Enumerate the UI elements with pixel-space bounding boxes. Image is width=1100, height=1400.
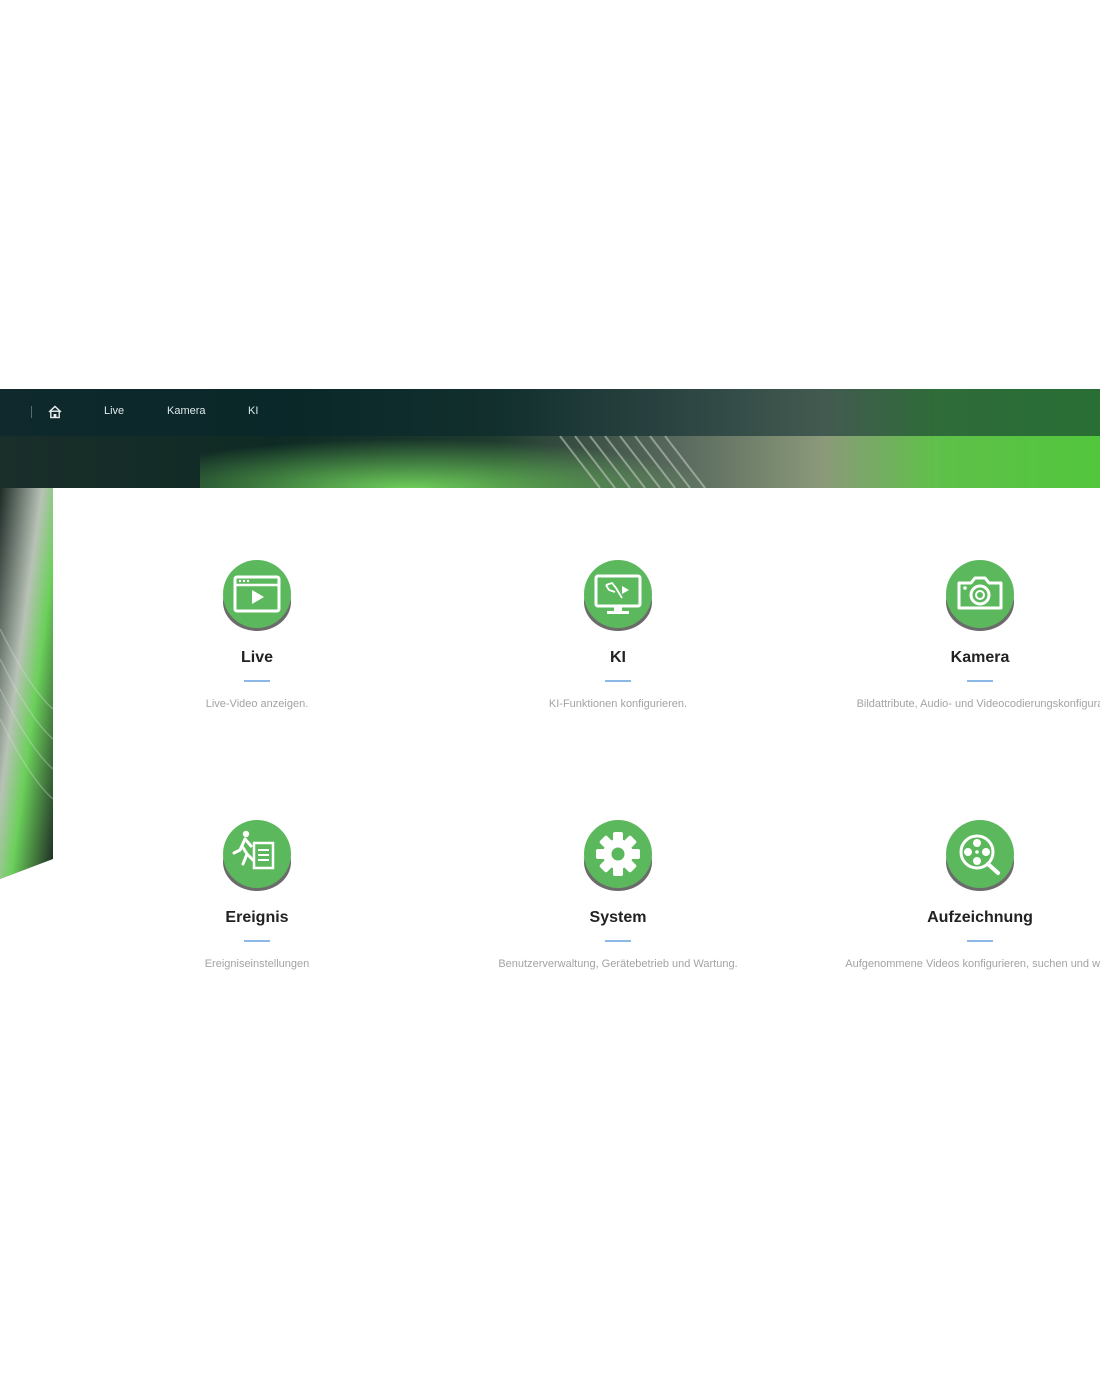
nav-item-ki[interactable]: KI [248, 405, 258, 417]
title-underline [967, 680, 993, 682]
screen-area: Live Kamera KI Live Live-Video anzeigen.… [0, 389, 1100, 1000]
nav-item-live[interactable]: Live [104, 405, 124, 417]
event-icon [223, 820, 291, 891]
nav-item-kamera[interactable]: Kamera [167, 405, 206, 417]
top-navigation-bar: Live Kamera KI [0, 389, 1100, 436]
title-underline [244, 680, 270, 682]
tile-title: Aufzeichnung [927, 909, 1033, 926]
home-icon[interactable] [46, 403, 64, 421]
tile-description: Bildattribute, Audio- und Videocodierung… [856, 698, 1100, 710]
title-underline [605, 940, 631, 942]
title-underline [967, 940, 993, 942]
nav-divider [31, 406, 32, 418]
tile-title: System [589, 909, 647, 926]
tile-title: Live [240, 649, 273, 666]
tile-description: Ereigniseinstellungen [204, 958, 310, 970]
title-underline [244, 940, 270, 942]
tile-ereignis[interactable]: Ereignis Ereigniseinstellungen [97, 820, 417, 971]
camera-icon [946, 560, 1014, 631]
tile-title: Kamera [950, 649, 1010, 666]
tile-description: Benutzerverwaltung, Gerätebetrieb und Wa… [498, 958, 738, 970]
title-underline [605, 680, 631, 682]
live-video-icon [223, 560, 291, 631]
tile-title: Ereignis [225, 909, 289, 926]
film-reel-search-icon [946, 820, 1014, 891]
gear-icon [584, 820, 652, 891]
tile-title: KI [610, 649, 626, 666]
tile-system[interactable]: System Benutzerverwaltung, Gerätebetrieb… [458, 820, 778, 971]
tile-ki[interactable]: KI KI-Funktionen konfigurieren. [458, 560, 778, 711]
tile-kamera[interactable]: Kamera Bildattribute, Audio- und Videoco… [820, 560, 1100, 711]
tile-description: KI-Funktionen konfigurieren. [548, 698, 688, 710]
ai-monitor-icon [584, 560, 652, 631]
tile-aufzeichnung[interactable]: Aufzeichnung Aufgenommene Videos konfigu… [820, 820, 1100, 971]
tile-description: Aufgenommene Videos konfigurieren, suche… [845, 958, 1100, 970]
tile-live[interactable]: Live Live-Video anzeigen. [97, 560, 417, 711]
tile-description: Live-Video anzeigen. [205, 698, 309, 710]
